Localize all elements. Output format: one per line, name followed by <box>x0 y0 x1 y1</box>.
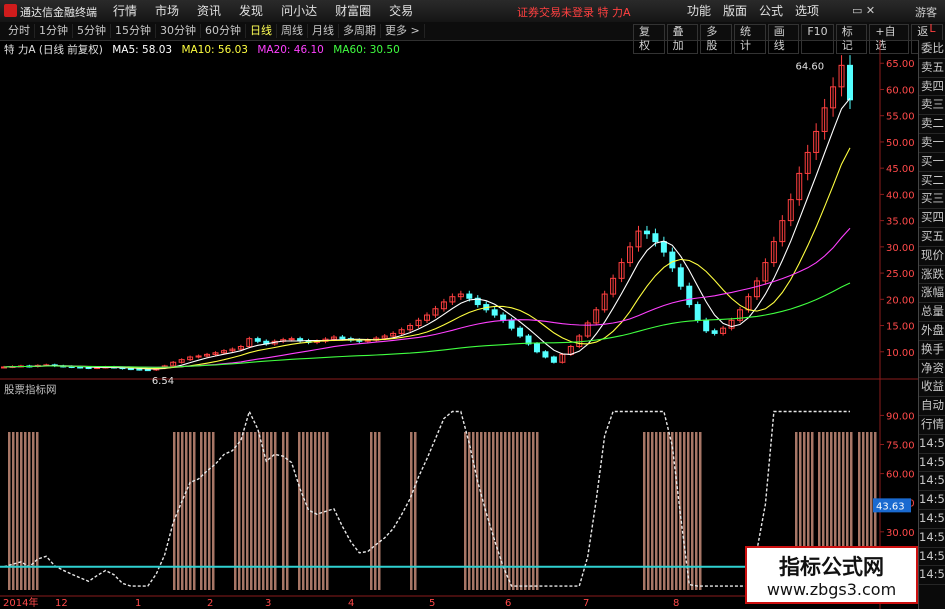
sidebar-item[interactable]: 涨跌 <box>919 266 945 285</box>
sidebar-item[interactable]: 买二 <box>919 172 945 191</box>
ma20-line <box>3 227 851 368</box>
sidebar-item[interactable]: 卖五 <box>919 59 945 78</box>
sidebar-item[interactable]: 买五 <box>919 228 945 247</box>
candle <box>491 309 498 316</box>
time-label: 1 <box>135 598 141 609</box>
kline-chart[interactable]: 65.00 60.00 55.00 50.00 45.00 40.00 35.00 30.00… <box>0 0 918 609</box>
sidebar-item[interactable]: 卖一 <box>919 134 945 153</box>
price-tick-label: 55.00 <box>886 112 915 123</box>
candle <box>144 369 151 372</box>
candle <box>694 304 701 321</box>
price-tick-label: 10.00 <box>886 348 915 359</box>
candle <box>254 338 261 342</box>
time-label: 3 <box>265 598 271 609</box>
time-label: 5 <box>429 598 435 609</box>
ind-tick-label: 90.00 <box>886 411 915 422</box>
candle <box>136 368 143 371</box>
sidebar-item[interactable]: 14:56 <box>919 491 945 510</box>
candle <box>533 343 540 353</box>
candle <box>669 251 676 269</box>
price-tick-label: 30.00 <box>886 243 915 254</box>
sidebar-item[interactable]: 买三 <box>919 190 945 210</box>
oscillator-line <box>3 409 850 587</box>
candle <box>542 351 549 358</box>
candle <box>127 368 134 371</box>
sidebar-item[interactable]: 买一 <box>919 153 945 172</box>
price-tick-label: 60.00 <box>886 85 915 96</box>
high-annotation: 64.60 <box>796 61 825 72</box>
candle <box>660 241 667 253</box>
time-label: 7 <box>583 598 589 609</box>
candle <box>508 319 515 329</box>
price-tick-label: 40.00 <box>886 190 915 201</box>
sidebar-item[interactable]: 卖三 <box>919 96 945 116</box>
candle <box>77 366 84 369</box>
ind-tick-label: 60.00 <box>886 470 915 481</box>
ind-tick-label: 30.00 <box>886 528 915 539</box>
time-label: 4 <box>348 598 354 609</box>
watermark: 指标公式网 www.zbgs3.com <box>745 546 918 604</box>
candle <box>550 356 557 363</box>
sidebar-item[interactable]: 14:56 <box>919 529 945 548</box>
watermark-title: 指标公式网 <box>779 555 884 579</box>
sidebar-item[interactable]: 收益 <box>919 378 945 398</box>
sidebar-item[interactable]: 净资 <box>919 360 945 379</box>
time-label: 2 <box>207 598 213 609</box>
candle <box>85 367 92 370</box>
sidebar-item[interactable]: 委比 <box>919 40 945 59</box>
indicator-title: 股票指标网 <box>4 384 57 396</box>
price-tick-label: 15.00 <box>886 322 915 333</box>
candle <box>466 293 473 299</box>
price-tick-label: 20.00 <box>886 295 915 306</box>
sidebar-item[interactable]: 自动 <box>919 397 945 416</box>
sidebar-label: L <box>929 22 936 35</box>
sidebar-item[interactable]: 涨幅 <box>919 284 945 304</box>
sidebar-item[interactable]: 买四 <box>919 209 945 228</box>
ind-tick-label: 75.00 <box>886 441 915 452</box>
candle <box>677 267 684 287</box>
sidebar-item[interactable]: 行情 <box>919 416 945 435</box>
candle <box>711 330 718 334</box>
sidebar-item[interactable]: 现价 <box>919 247 945 266</box>
low-annotation: 6.54 <box>152 376 174 387</box>
candle <box>686 285 693 306</box>
time-label: 8 <box>673 598 679 609</box>
sidebar-item[interactable]: 总量 <box>919 303 945 322</box>
price-tick-label: 25.00 <box>886 269 915 280</box>
sidebar-item[interactable]: 14:56 <box>919 548 945 567</box>
sidebar-item[interactable]: 卖二 <box>919 115 945 134</box>
time-label: 6 <box>505 598 511 609</box>
candle <box>517 327 524 337</box>
price-tick-label: 50.00 <box>886 138 915 149</box>
candle <box>339 336 346 340</box>
candle <box>847 64 853 101</box>
sidebar-item[interactable]: 外盘 <box>919 322 945 341</box>
price-tick-label: 65.00 <box>886 59 915 70</box>
sidebar-item[interactable]: 14:56 <box>919 472 945 492</box>
candle <box>643 230 650 235</box>
sidebar-item[interactable]: 卖四 <box>919 78 945 97</box>
sidebar-item[interactable]: 14:56 <box>919 566 945 586</box>
time-label: 2014年 <box>3 596 38 609</box>
sidebar-item[interactable]: 14:56 <box>919 510 945 529</box>
price-tick-label: 35.00 <box>886 217 915 228</box>
candle <box>500 314 507 321</box>
guest-button[interactable]: 游客 <box>915 4 937 20</box>
sidebar-item[interactable]: 换手 <box>919 341 945 360</box>
sidebar-item[interactable]: 14:55 <box>919 435 945 454</box>
watermark-url: www.zbgs3.com <box>766 580 897 599</box>
quote-sidebar: L 委比 卖五 卖四 卖三 卖二 卖一 买一 买二 买三 买四 买五 现价 涨跌 涨幅 总量 外盘 换手 净资 收益… <box>918 22 945 609</box>
ind-marker-label: 43.63 <box>876 501 905 512</box>
time-label: 12 <box>55 598 68 609</box>
price-tick-label: 45.00 <box>886 164 915 175</box>
sidebar-item[interactable]: 14:56 <box>919 454 945 473</box>
candle <box>652 233 659 243</box>
candle <box>703 319 710 332</box>
